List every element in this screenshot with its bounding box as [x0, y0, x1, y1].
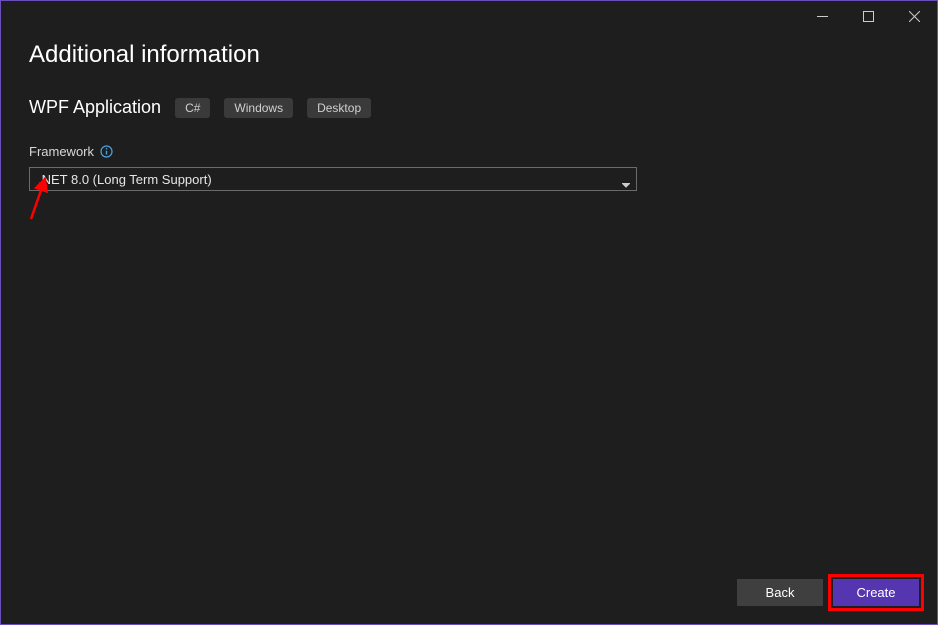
tag-desktop: Desktop [307, 98, 371, 118]
tag-windows: Windows [224, 98, 293, 118]
framework-label-row: Framework [29, 144, 909, 159]
create-button[interactable]: Create [833, 579, 919, 606]
titlebar [1, 1, 937, 31]
close-button[interactable] [891, 1, 937, 31]
framework-label: Framework [29, 144, 94, 159]
project-header-row: WPF Application C# Windows Desktop [29, 97, 909, 118]
info-icon[interactable] [100, 145, 113, 158]
close-icon [909, 11, 920, 22]
framework-dropdown-value: .NET 8.0 (Long Term Support) [38, 172, 212, 187]
back-button[interactable]: Back [737, 579, 823, 606]
footer-buttons: Back Create [737, 579, 919, 606]
content-area: Additional information WPF Application C… [1, 31, 937, 191]
maximize-icon [863, 11, 874, 22]
minimize-icon [817, 11, 828, 22]
chevron-down-icon [622, 175, 630, 183]
project-title: WPF Application [29, 97, 161, 118]
minimize-button[interactable] [799, 1, 845, 31]
maximize-button[interactable] [845, 1, 891, 31]
tag-csharp: C# [175, 98, 210, 118]
page-title: Additional information [29, 41, 909, 69]
framework-dropdown[interactable]: .NET 8.0 (Long Term Support) [29, 167, 637, 191]
